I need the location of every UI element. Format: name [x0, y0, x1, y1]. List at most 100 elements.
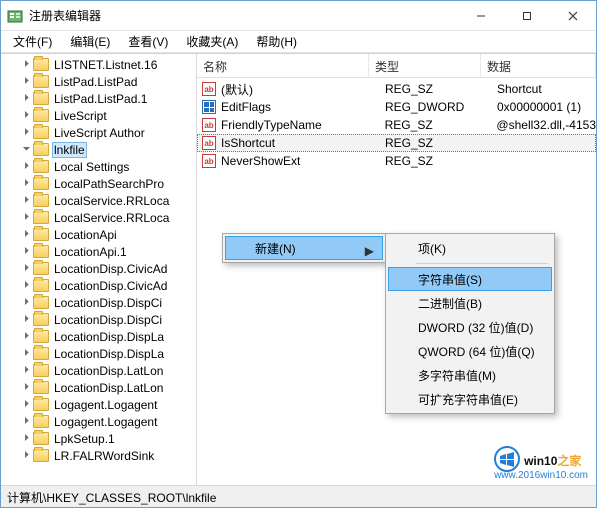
- tree-item[interactable]: ⏵LocationDisp.DispCi: [5, 311, 196, 328]
- context-submenu-new[interactable]: 项(K) 字符串值(S)二进制值(B)DWORD (32 位)值(D)QWORD …: [385, 233, 555, 414]
- context-menu-new-label: 新建(N): [255, 240, 296, 257]
- submenu-item-binary[interactable]: 二进制值(B): [388, 291, 552, 315]
- expand-icon[interactable]: ⏵: [21, 399, 32, 410]
- column-name[interactable]: 名称: [197, 54, 369, 77]
- tree-item[interactable]: ⏵LocationDisp.CivicAd: [5, 277, 196, 294]
- expand-icon[interactable]: ⏵: [21, 59, 32, 70]
- menu-view[interactable]: 查看(V): [120, 31, 176, 52]
- tree-item-label: ListPad.ListPad.1: [52, 92, 149, 106]
- list-row[interactable]: NeverShowExtREG_SZ: [197, 152, 596, 170]
- tree-item[interactable]: ⏵LiveScript: [5, 107, 196, 124]
- menu-edit[interactable]: 编辑(E): [62, 31, 118, 52]
- menu-help[interactable]: 帮助(H): [248, 31, 305, 52]
- list-row[interactable]: EditFlagsREG_DWORD0x00000001 (1): [197, 98, 596, 116]
- tree-item[interactable]: ⏵ LR.FALRWordSink: [5, 447, 196, 464]
- list-row[interactable]: IsShortcutREG_SZ: [197, 134, 596, 152]
- context-menu-new[interactable]: 新建(N) ▶: [225, 236, 383, 260]
- registry-editor-window: 注册表编辑器 文件(F) 编辑(E) 查看(V) 收藏夹(A) 帮助(H) ⏵L…: [0, 0, 597, 508]
- submenu-item-key[interactable]: 项(K): [388, 236, 552, 260]
- tree-item-label: LISTNET.Listnet.16: [52, 58, 159, 72]
- folder-icon: [33, 58, 49, 71]
- folder-icon: [33, 109, 49, 122]
- context-menu[interactable]: 新建(N) ▶: [222, 233, 386, 263]
- folder-icon: [33, 245, 49, 258]
- expand-icon[interactable]: ⏵: [21, 76, 32, 87]
- registry-tree[interactable]: ⏵LISTNET.Listnet.16⏵ListPad.ListPad⏵List…: [1, 54, 197, 485]
- minimize-button[interactable]: [458, 1, 504, 30]
- tree-item[interactable]: ⏵LocationDisp.LatLon: [5, 379, 196, 396]
- tree-item[interactable]: ⏵LiveScript Author: [5, 124, 196, 141]
- submenu-item-qword[interactable]: QWORD (64 位)值(Q): [388, 339, 552, 363]
- menu-file[interactable]: 文件(F): [5, 31, 60, 52]
- tree-item-label: LpkSetup.1: [52, 432, 117, 446]
- value-data: Shortcut: [497, 82, 596, 96]
- folder-icon: [33, 177, 49, 190]
- expand-icon[interactable]: ⏵: [21, 314, 32, 325]
- tree-item[interactable]: ⏵ LpkSetup.1: [5, 430, 196, 447]
- folder-icon: [33, 347, 49, 360]
- tree-item[interactable]: ⏵LocationDisp.DispCi: [5, 294, 196, 311]
- expand-icon[interactable]: ⏵: [21, 110, 32, 121]
- expand-icon[interactable]: ⏵: [21, 161, 32, 172]
- expand-icon[interactable]: ⏵: [21, 280, 32, 291]
- submenu-item-multi[interactable]: 多字符串值(M): [388, 363, 552, 387]
- submenu-item-string[interactable]: 字符串值(S): [388, 267, 552, 291]
- submenu-item-dword[interactable]: DWORD (32 位)值(D): [388, 315, 552, 339]
- tree-item[interactable]: ⏵LocationDisp.DispLa: [5, 328, 196, 345]
- expand-icon[interactable]: ⏵: [21, 195, 32, 206]
- tree-item[interactable]: ⏵Logagent.Logagent: [5, 413, 196, 430]
- tree-item[interactable]: ⏵LocationDisp.CivicAd: [5, 260, 196, 277]
- expand-icon[interactable]: ⏵: [21, 382, 32, 393]
- expand-icon[interactable]: ⏵: [21, 433, 32, 444]
- folder-icon: [33, 313, 49, 326]
- tree-item[interactable]: ⏵Logagent.Logagent: [5, 396, 196, 413]
- title-bar[interactable]: 注册表编辑器: [1, 1, 596, 31]
- expand-icon[interactable]: ⏵: [21, 263, 32, 274]
- expand-icon[interactable]: ⏵: [21, 416, 32, 427]
- status-bar: 计算机\HKEY_CLASSES_ROOT\lnkfile: [1, 485, 596, 507]
- value-type: REG_SZ: [385, 154, 497, 168]
- expand-icon[interactable]: ⏵: [21, 297, 32, 308]
- folder-icon: [33, 364, 49, 377]
- expand-icon[interactable]: ⏵: [21, 127, 32, 138]
- tree-item[interactable]: ⏵LocationApi: [5, 226, 196, 243]
- tree-item[interactable]: ⏵ ListPad.ListPad.1: [5, 90, 196, 107]
- string-value-icon: [202, 82, 216, 96]
- expand-icon[interactable]: ⏵: [21, 246, 32, 257]
- tree-item[interactable]: ⏵LocationApi.1: [5, 243, 196, 260]
- tree-item[interactable]: ⏵ LISTNET.Listnet.16: [5, 56, 196, 73]
- tree-item[interactable]: ⏵Local Settings: [5, 158, 196, 175]
- tree-item[interactable]: ⏵LocationDisp.LatLon: [5, 362, 196, 379]
- string-value-icon: [202, 118, 216, 132]
- expand-icon[interactable]: ⏷: [21, 144, 32, 155]
- close-button[interactable]: [550, 1, 596, 30]
- menu-favorites[interactable]: 收藏夹(A): [178, 31, 246, 52]
- tree-item-label: LocalService.RRLoca: [52, 194, 171, 208]
- submenu-item-expand[interactable]: 可扩充字符串值(E): [388, 387, 552, 411]
- tree-item[interactable]: ⏷ lnkfile: [5, 141, 196, 158]
- expand-icon[interactable]: ⏵: [21, 365, 32, 376]
- value-name: NeverShowExt: [221, 154, 385, 168]
- menu-bar: 文件(F) 编辑(E) 查看(V) 收藏夹(A) 帮助(H): [1, 31, 596, 53]
- tree-item[interactable]: ⏵LocalPathSearchPro: [5, 175, 196, 192]
- submenu-item-label: 多字符串值(M): [418, 367, 496, 384]
- tree-item[interactable]: ⏵ LocalService.RRLoca: [5, 192, 196, 209]
- expand-icon[interactable]: ⏵: [21, 331, 32, 342]
- column-type[interactable]: 类型: [369, 54, 481, 77]
- folder-icon: [33, 194, 49, 207]
- expand-icon[interactable]: ⏵: [21, 212, 32, 223]
- expand-icon[interactable]: ⏵: [21, 348, 32, 359]
- tree-item-label: lnkfile: [52, 142, 87, 158]
- column-data[interactable]: 数据: [481, 54, 596, 77]
- expand-icon[interactable]: ⏵: [21, 178, 32, 189]
- maximize-button[interactable]: [504, 1, 550, 30]
- tree-item[interactable]: ⏵LocalService.RRLoca: [5, 209, 196, 226]
- tree-item[interactable]: ⏵LocationDisp.DispLa: [5, 345, 196, 362]
- expand-icon[interactable]: ⏵: [21, 450, 32, 461]
- expand-icon[interactable]: ⏵: [21, 93, 32, 104]
- expand-icon[interactable]: ⏵: [21, 229, 32, 240]
- tree-item[interactable]: ⏵ListPad.ListPad: [5, 73, 196, 90]
- tree-item-label: LR.FALRWordSink: [52, 449, 156, 463]
- list-row[interactable]: (默认)REG_SZShortcut: [197, 80, 596, 98]
- list-row[interactable]: FriendlyTypeNameREG_SZ@shell32.dll,-4153: [197, 116, 596, 134]
